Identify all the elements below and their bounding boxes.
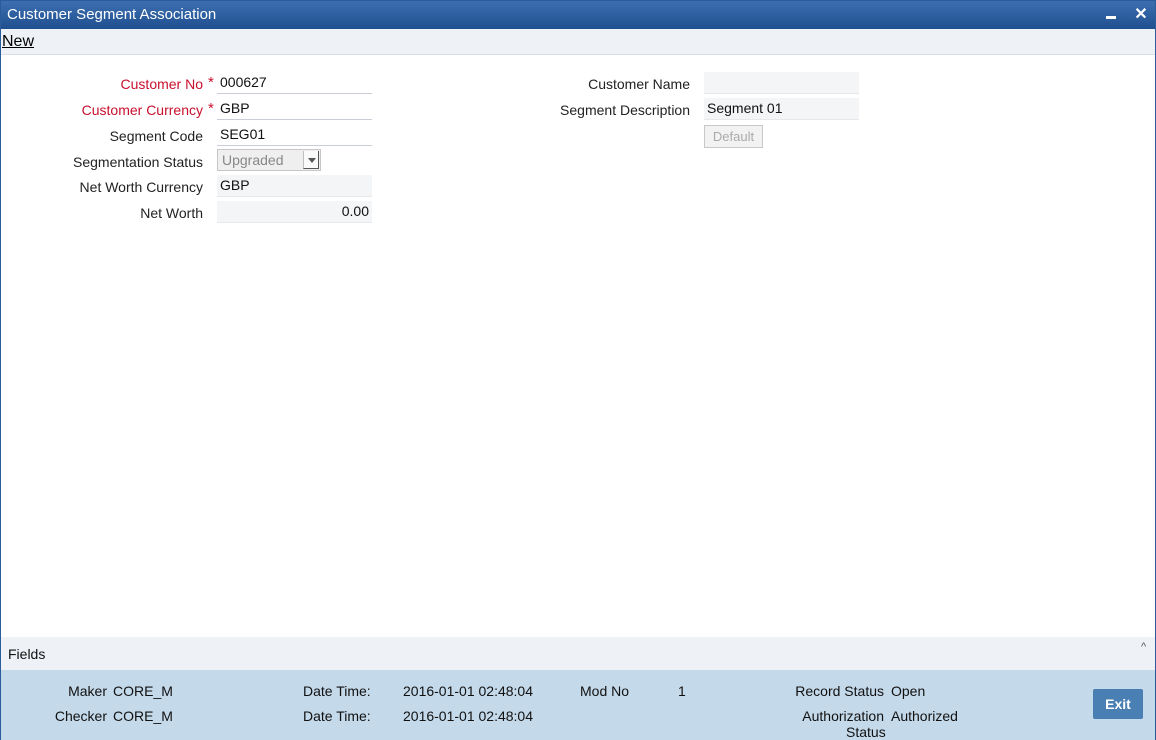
- audit-footer: Maker CORE_M Checker CORE_M Date Time: 2…: [1, 670, 1155, 740]
- checker-value: CORE_M: [113, 708, 173, 724]
- net-worth-currency-label: Net Worth Currency: [79, 179, 203, 195]
- segmentation-status-label: Segmentation Status: [73, 154, 203, 170]
- segment-code-input[interactable]: SEG01: [217, 124, 372, 146]
- fields-label[interactable]: Fields: [8, 646, 45, 662]
- exit-button[interactable]: Exit: [1093, 689, 1143, 719]
- toolbar: New: [1, 29, 1155, 55]
- segment-description-field: Segment 01: [704, 98, 859, 120]
- segment-description-label: Segment Description: [560, 102, 690, 118]
- maker-datetime-value: 2016-01-01 02:48:04: [403, 683, 533, 699]
- customer-name-label: Customer Name: [588, 76, 690, 92]
- maker-value: CORE_M: [113, 683, 173, 699]
- minimize-icon: [1106, 16, 1116, 19]
- checker-datetime-label: Date Time:: [303, 708, 371, 724]
- chevron-up-icon[interactable]: ^: [1141, 641, 1151, 653]
- customer-no-label: Customer No: [120, 76, 203, 92]
- record-status-label: Record Status: [795, 683, 884, 699]
- chevron-down-icon[interactable]: [303, 151, 319, 169]
- customer-currency-input[interactable]: GBP: [217, 98, 372, 120]
- authorization-status-label-line2: Status: [846, 724, 886, 740]
- customer-no-input[interactable]: 000627: [217, 72, 372, 94]
- mod-no-label: Mod No: [580, 683, 630, 699]
- segmentation-status-select[interactable]: Upgraded: [217, 149, 321, 171]
- fields-bar: Fields ^: [1, 637, 1155, 670]
- default-button[interactable]: Default: [704, 125, 763, 148]
- net-worth-field: 0.00: [217, 201, 372, 223]
- close-button[interactable]: ✕: [1131, 5, 1151, 25]
- checker-datetime-value: 2016-01-01 02:48:04: [403, 708, 533, 724]
- net-worth-currency-field: GBP: [217, 175, 372, 197]
- customer-no-required-marker: *: [208, 74, 214, 91]
- customer-currency-label: Customer Currency: [81, 102, 203, 118]
- close-icon: ✕: [1134, 6, 1148, 23]
- minimize-button[interactable]: [1101, 5, 1121, 25]
- segmentation-status-value: Upgraded: [222, 152, 284, 168]
- authorization-status-value: Authorized: [891, 708, 958, 724]
- customer-segment-association-window: Customer Segment Association ✕ New Custo…: [0, 0, 1156, 740]
- mod-no-value: 1: [678, 683, 686, 699]
- maker-datetime-label: Date Time:: [303, 683, 371, 699]
- window-title: Customer Segment Association: [7, 6, 217, 23]
- new-link[interactable]: New: [2, 33, 34, 51]
- authorization-status-label-line1: Authorization: [802, 708, 884, 724]
- segment-code-label: Segment Code: [109, 128, 203, 144]
- record-status-value: Open: [891, 683, 926, 699]
- customer-currency-required-marker: *: [208, 100, 214, 117]
- title-bar: Customer Segment Association ✕: [1, 1, 1155, 29]
- customer-name-field: [704, 72, 859, 94]
- checker-label: Checker: [54, 708, 107, 724]
- net-worth-label: Net Worth: [140, 205, 203, 221]
- maker-label: Maker: [68, 683, 107, 699]
